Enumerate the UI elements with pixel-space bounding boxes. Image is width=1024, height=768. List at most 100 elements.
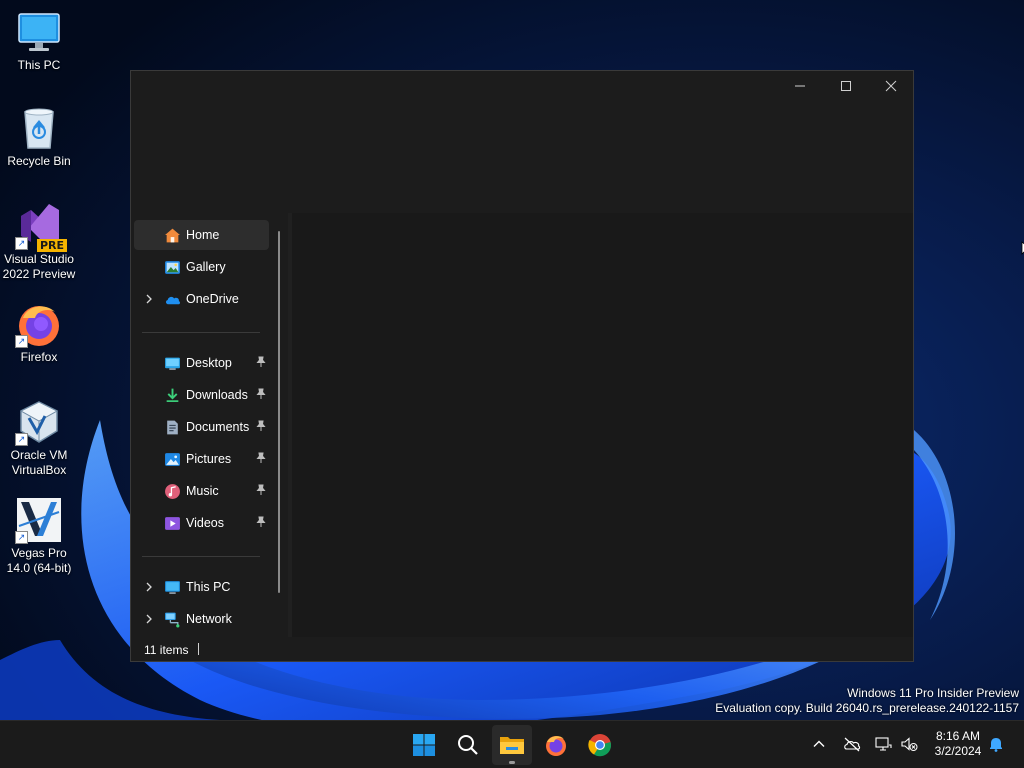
- chrome-taskbar-button[interactable]: [580, 725, 620, 765]
- desktop-icon-label-line2: VirtualBox: [11, 463, 67, 477]
- maximize-button[interactable]: [823, 71, 869, 101]
- nav-item-label: Home: [186, 228, 220, 242]
- nav-item-network[interactable]: Network: [134, 604, 269, 634]
- desktop-icon-label-line2: 14.0 (64-bit): [6, 561, 72, 575]
- close-icon: [885, 80, 897, 92]
- nav-item-label: Pictures: [186, 452, 232, 466]
- pictures-icon: [165, 453, 180, 466]
- onedrive-tray-button[interactable]: [841, 733, 863, 755]
- chevron-up-icon: [813, 740, 825, 747]
- nav-divider: [142, 556, 260, 557]
- preview-badge: PRE: [36, 239, 67, 252]
- evaluation-watermark: Windows 11 Pro Insider Preview Evaluatio…: [715, 686, 1019, 716]
- desktop-icon-label: Visual Studio: [4, 252, 74, 266]
- desktop-icon-visual-studio[interactable]: PRE ↗ Visual Studio 2022 Preview: [1, 202, 77, 282]
- bell-icon: [990, 738, 1002, 752]
- taskbar: 8:16 AM 3/2/2024: [0, 720, 1024, 768]
- item-count: 11 items: [144, 643, 189, 657]
- nav-item-label: Desktop: [186, 356, 232, 370]
- desktop-icon-firefox[interactable]: ↗ Firefox: [1, 300, 77, 365]
- title-bar[interactable]: [131, 71, 913, 101]
- downloads-icon: [166, 388, 179, 402]
- network-tray-button[interactable]: [872, 733, 894, 755]
- desktop-icon-vegas-pro[interactable]: ↗ Vegas Pro 14.0 (64-bit): [1, 496, 77, 576]
- shortcut-arrow-icon: ↗: [15, 433, 28, 446]
- firefox-taskbar-button[interactable]: [536, 725, 576, 765]
- nav-item-this-pc[interactable]: This PC: [134, 572, 269, 602]
- nav-item-pictures[interactable]: Pictures: [134, 444, 269, 474]
- start-button[interactable]: [404, 725, 444, 765]
- start-icon: [413, 734, 435, 756]
- pin-icon[interactable]: [255, 484, 267, 496]
- nav-item-documents[interactable]: Documents: [134, 412, 269, 442]
- search-icon: [458, 735, 478, 755]
- nav-item-label: OneDrive: [186, 292, 239, 306]
- shortcut-arrow-icon: ↗: [15, 237, 28, 250]
- onedrive-icon: [165, 296, 181, 305]
- pin-icon[interactable]: [255, 516, 267, 528]
- show-hidden-icons-button[interactable]: [808, 733, 830, 755]
- nav-item-label: Network: [186, 612, 232, 626]
- nav-item-label: This PC: [186, 580, 231, 594]
- nav-divider: [142, 332, 260, 333]
- clock[interactable]: 8:16 AM 3/2/2024: [928, 729, 988, 759]
- navigation-pane[interactable]: Home Gallery OneDrive Desktop Downloads …: [131, 213, 288, 637]
- minimize-button[interactable]: [777, 71, 823, 101]
- virtualbox-icon: ↗: [15, 398, 63, 446]
- pin-icon[interactable]: [255, 388, 267, 400]
- notifications-button[interactable]: [985, 733, 1007, 755]
- desktop-icon-virtualbox[interactable]: ↗ Oracle VM VirtualBox: [1, 398, 77, 478]
- clock-date: 3/2/2024: [934, 744, 982, 758]
- nav-item-onedrive[interactable]: OneDrive: [134, 284, 269, 314]
- content-pane[interactable]: [292, 213, 913, 637]
- chrome-icon: [588, 734, 612, 757]
- nav-pane-scrollbar[interactable]: [278, 231, 280, 593]
- nav-item-label: Downloads: [186, 388, 248, 402]
- nav-item-label: Gallery: [186, 260, 226, 274]
- running-indicator: [509, 761, 515, 764]
- chevron-right-icon[interactable]: [142, 612, 156, 626]
- volume-tray-button[interactable]: [898, 733, 920, 755]
- nav-item-videos[interactable]: Videos: [134, 508, 269, 538]
- music-icon: [165, 484, 180, 499]
- chevron-right-icon[interactable]: [142, 580, 156, 594]
- close-button[interactable]: [868, 71, 914, 101]
- pin-icon[interactable]: [255, 420, 267, 432]
- monitor-icon: [15, 8, 63, 56]
- pin-icon[interactable]: [255, 452, 267, 464]
- network-icon: [165, 612, 180, 628]
- desktop-icon-label-line2: 2022 Preview: [2, 267, 76, 281]
- status-bar: 11 items: [131, 637, 913, 661]
- file-explorer-taskbar-button[interactable]: [492, 725, 532, 765]
- nav-item-label: Documents: [186, 420, 250, 434]
- firefox-icon: [546, 736, 566, 756]
- file-explorer-icon: [500, 737, 524, 754]
- visual-studio-icon: PRE ↗: [15, 202, 67, 252]
- network-icon: [875, 737, 892, 751]
- nav-item-desktop[interactable]: Desktop: [134, 348, 269, 378]
- pin-icon[interactable]: [255, 356, 267, 368]
- status-divider: [198, 643, 199, 655]
- nav-item-music[interactable]: Music: [134, 476, 269, 506]
- nav-item-downloads[interactable]: Downloads: [134, 380, 269, 410]
- desktop-folder-icon: [165, 357, 180, 370]
- shortcut-arrow-icon: ↗: [15, 531, 28, 544]
- watermark-line2: Evaluation copy. Build 26040.rs_prerelea…: [715, 701, 1019, 715]
- nav-item-home[interactable]: Home: [134, 220, 269, 250]
- recycle-bin-icon: [15, 104, 63, 152]
- desktop-icon-label: Recycle Bin: [7, 154, 71, 168]
- nav-item-gallery[interactable]: Gallery: [134, 252, 269, 282]
- desktop-icon-this-pc[interactable]: This PC: [1, 8, 77, 73]
- this-pc-icon: [165, 581, 180, 594]
- volume-muted-icon: [901, 737, 918, 751]
- nav-item-label: Videos: [186, 516, 224, 530]
- search-button[interactable]: [448, 725, 488, 765]
- file-explorer-window[interactable]: Home Gallery OneDrive Desktop Downloads …: [130, 70, 914, 662]
- watermark-line1: Windows 11 Pro Insider Preview: [847, 686, 1019, 700]
- desktop-icon-label: Vegas Pro: [11, 546, 67, 560]
- clock-time: 8:16 AM: [935, 729, 981, 743]
- desktop-icon-label: This PC: [17, 58, 61, 72]
- chevron-right-icon[interactable]: [142, 292, 156, 306]
- desktop-icon-recycle-bin[interactable]: Recycle Bin: [1, 104, 77, 169]
- videos-icon: [165, 517, 180, 530]
